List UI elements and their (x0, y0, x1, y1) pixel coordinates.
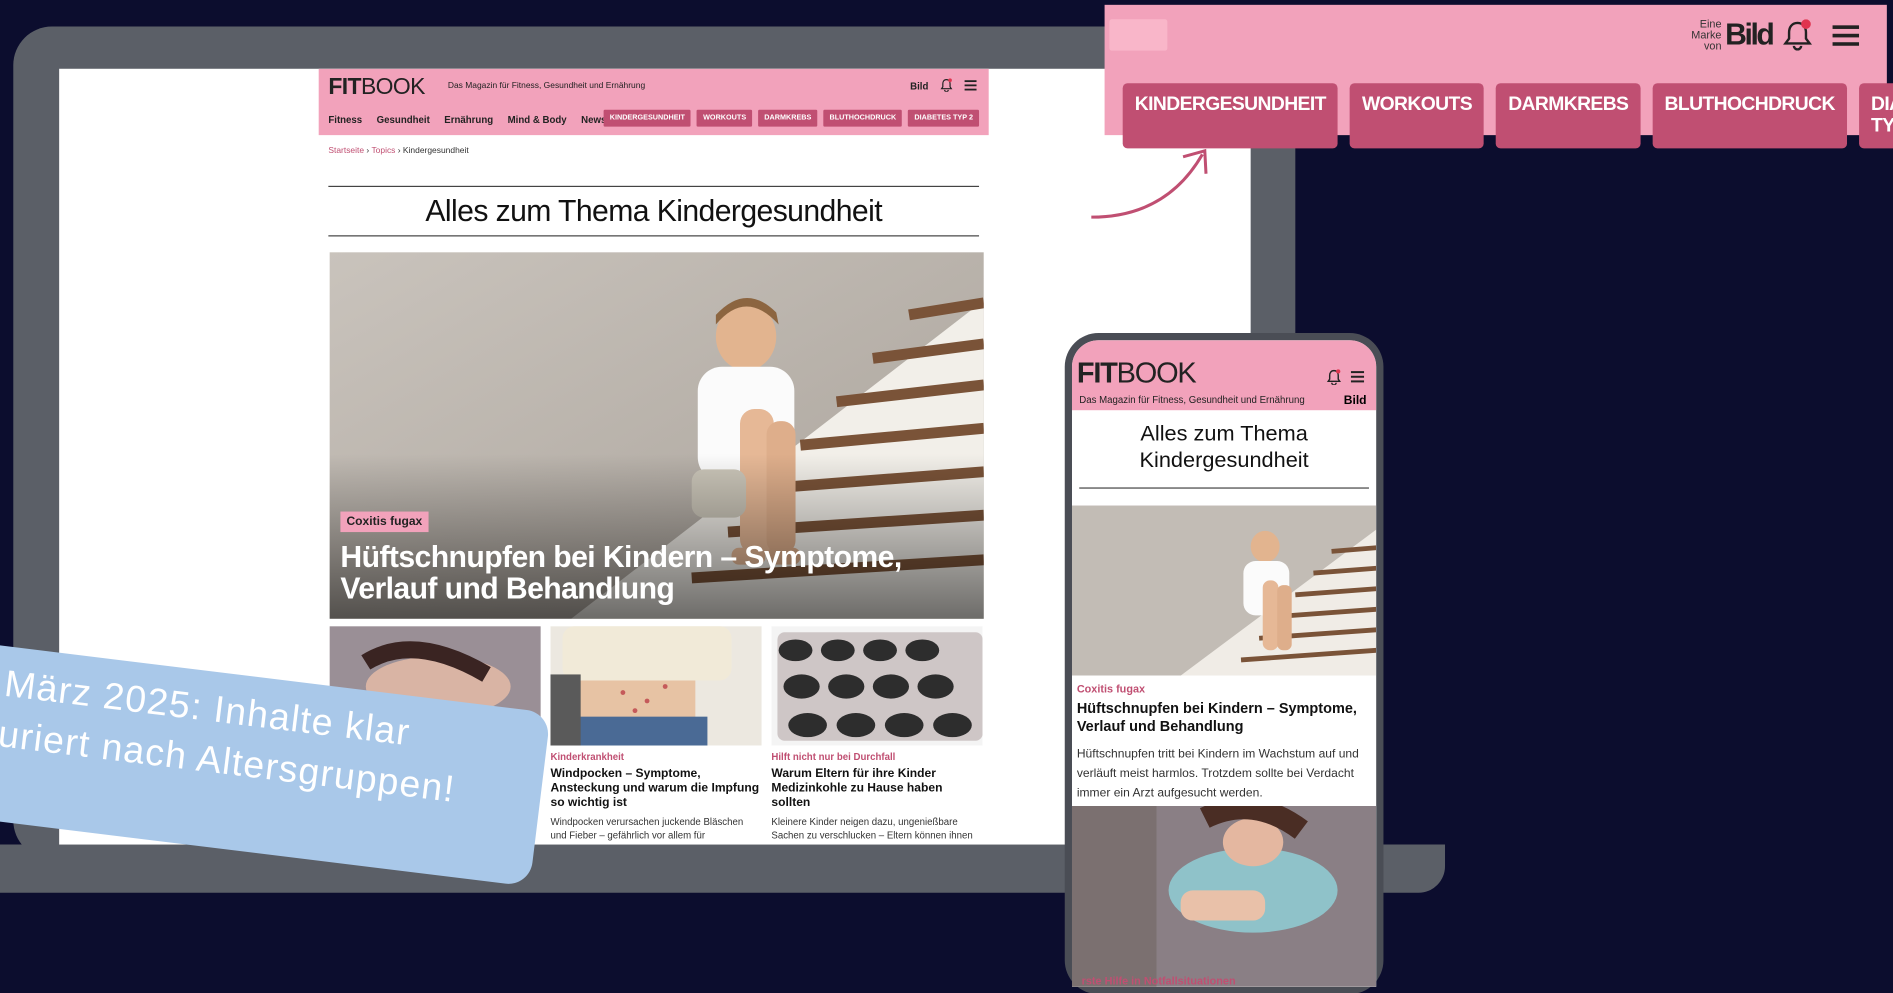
topic-pill[interactable]: KINDERGESUNDHEIT (603, 109, 692, 127)
topic-pills: KINDERGESUNDHEIT WORKOUTS DARMKREBS BLUT… (603, 109, 980, 127)
mobile-hero-title[interactable]: Hüftschnupfen bei Kindern – Symptome, Ve… (1077, 700, 1372, 736)
topic-pill[interactable]: WORKOUTS (697, 109, 753, 127)
card-image (771, 626, 983, 746)
zoomed-header: Eine Marke von Bild KINDERGESUNDHEIT WOR… (1104, 4, 1893, 149)
bell-icon[interactable] (1783, 19, 1813, 56)
bild-brand: Bild (910, 80, 929, 92)
nav-item[interactable]: Gesundheit (377, 115, 430, 126)
card-teaser: Windpocken verursachen juckende Bläschen… (550, 816, 744, 845)
card-title[interactable]: Windpocken – Symptome, Ansteckung und wa… (550, 767, 761, 810)
zoom-logo-placeholder (1109, 19, 1168, 51)
phone-screen: FITBOOK Das Magazin für Fitness, Gesundh… (1071, 340, 1377, 987)
nav-item[interactable]: News (581, 115, 606, 126)
topic-pill-darmkrebs[interactable]: DARMKREBS (1496, 83, 1641, 149)
header-icons: Bild (910, 78, 977, 94)
nav-item[interactable]: Mind & Body (508, 115, 567, 126)
menu-icon[interactable] (1350, 369, 1365, 388)
mobile-hero-teaser: Hüftschnupfen tritt bei Kindern im Wachs… (1076, 748, 1359, 800)
logo-fit: FIT (1076, 357, 1118, 390)
mobile-hero-kicker: Coxitis fugax (1076, 682, 1146, 695)
logo-fit: FIT (328, 74, 361, 101)
mobile-hero-image[interactable] (1071, 505, 1377, 676)
bild-logo: Bild (1343, 394, 1367, 408)
main-nav: Fitness Gesundheit Ernährung Mind & Body… (328, 115, 606, 126)
logo-book: BOOK (1116, 357, 1197, 390)
card-kicker: Kinderkrankheit (550, 751, 625, 763)
logo-book: BOOK (360, 74, 425, 101)
mobile-header-icons (1326, 369, 1365, 388)
mobile-next-kicker: rste Hilfe in Notfallsituationen (1081, 974, 1236, 987)
topic-pill-bluthochdruck[interactable]: BLUTHOCHDRUCK (1652, 83, 1847, 149)
hero-title[interactable]: Hüftschnupfen bei Kindern – Symptome, Ve… (340, 542, 956, 605)
breadcrumb-current: Kindergesundheit (402, 147, 469, 156)
topic-pill-workouts[interactable]: WORKOUTS (1349, 83, 1485, 149)
card-teaser: Kleinere Kinder neigen dazu, ungenießbar… (771, 816, 973, 845)
brand-eine-marke-von: Eine Marke von (1691, 19, 1721, 52)
page-title: Alles zum Thema Kindergesundheit (328, 185, 980, 237)
nav-item[interactable]: Fitness (328, 115, 362, 126)
menu-icon[interactable] (1832, 24, 1860, 52)
bild-brand: Eine Marke von Bild (1691, 18, 1775, 53)
zoom-topic-pills: KINDERGESUNDHEIT WORKOUTS DARMKREBS BLUT… (1122, 83, 1893, 149)
menu-icon[interactable] (964, 80, 977, 93)
mobile-header: FITBOOK Das Magazin für Fitness, Gesundh… (1071, 340, 1377, 411)
topic-pill[interactable]: BLUTHOCHDRUCK (823, 109, 903, 127)
article-card[interactable]: Hilft nicht nur bei Durchfall Warum Elte… (771, 626, 983, 845)
mobile-tagline: Das Magazin für Fitness, Gesundheit und … (1079, 394, 1305, 406)
fitbook-logo[interactable]: FITBOOK (1076, 357, 1197, 391)
mobile-page-title: Alles zum Thema Kindergesundheit (1079, 420, 1369, 489)
card-title[interactable]: Warum Eltern für ihre Kinder Medizinkohl… (771, 767, 982, 810)
nav-item[interactable]: Ernährung (444, 115, 493, 126)
mobile-title-line-2: Kindergesundheit (1139, 447, 1309, 472)
tagline: Das Magazin für Fitness, Gesundheit und … (447, 82, 646, 91)
topic-pill-kindergesundheit[interactable]: KINDERGESUNDHEIT (1122, 83, 1338, 149)
fitbook-logo[interactable]: FITBOOK (328, 74, 425, 102)
mobile-article-image[interactable] (1071, 805, 1377, 987)
breadcrumb-separator: › (395, 147, 403, 156)
phone-frame: FITBOOK Das Magazin für Fitness, Gesundh… (1064, 332, 1384, 993)
topic-pill-diabetes[interactable]: DIABETES TYP 2 (1858, 83, 1893, 149)
card-image (550, 626, 762, 746)
brand-von: von (1703, 39, 1722, 52)
breadcrumb: Startseite › Topics › Kindergesundheit (328, 147, 468, 155)
article-card[interactable]: Kinderkrankheit Windpocken – Symptome, A… (550, 626, 762, 845)
bell-icon[interactable] (1326, 369, 1341, 388)
mobile-title-line-1: Alles zum Thema (1140, 421, 1308, 446)
topic-pill[interactable]: DIABETES TYP 2 (908, 109, 980, 127)
hero-kicker: Coxitis fugax (340, 511, 429, 533)
breadcrumb-topics[interactable]: Topics (371, 147, 395, 155)
bell-icon[interactable] (940, 78, 953, 94)
card-kicker: Hilft nicht nur bei Durchfall (771, 751, 896, 763)
breadcrumb-separator: › (364, 147, 372, 156)
stage: FITBOOK Das Magazin für Fitness, Gesundh… (0, 0, 1893, 993)
site-header: FITBOOK Das Magazin für Fitness, Gesundh… (318, 68, 989, 136)
arrow-icon (1091, 148, 1208, 219)
hero-article[interactable]: Coxitis fugax Hüftschnupfen bei Kindern … (329, 252, 984, 619)
breadcrumb-home[interactable]: Startseite (328, 147, 364, 155)
bild-logo: Bild (1725, 18, 1775, 52)
topic-pill[interactable]: DARMKREBS (758, 109, 818, 127)
